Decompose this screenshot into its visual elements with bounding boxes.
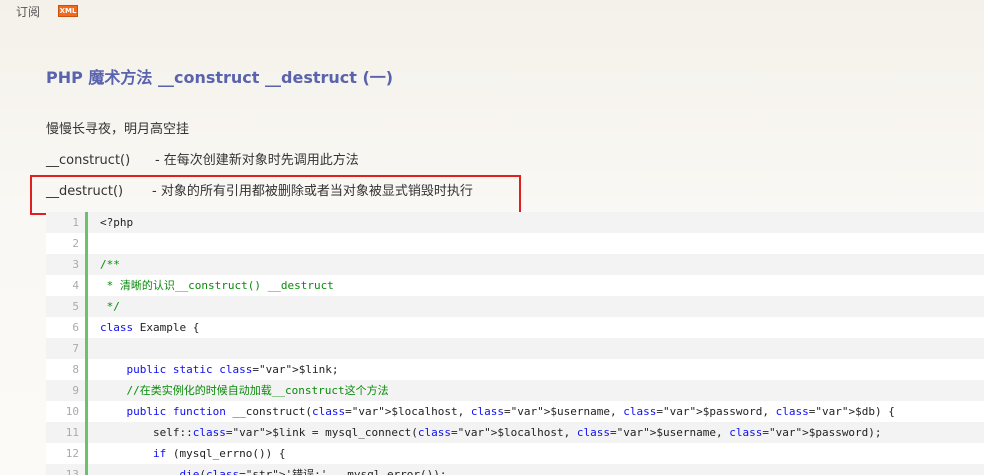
code-line: 12 if (mysql_errno()) { [46,443,984,464]
code-text: /** [100,258,120,271]
code-line: 3 /** [46,254,984,275]
code-line: 11 self::class="var">$link = mysql_conne… [46,422,984,443]
line-number: 4 [46,275,88,296]
code-text: */ [100,300,120,313]
intro-text: 慢慢长寻夜，明月高空挂 [46,122,190,137]
code-text: <?php [100,216,134,229]
code-line: 5 */ [46,296,984,317]
line-number: 5 [46,296,88,317]
line-number: 2 [46,233,88,254]
xml-feed-icon[interactable]: XML [58,5,79,17]
line-number: 12 [46,443,88,464]
code-text: if (mysql_errno()) { [152,447,286,460]
code-line: 8 public static class="var">$link; [46,359,984,380]
code-line: 6 class Example { [46,317,984,338]
code-text: class Example { [100,321,200,334]
code-text: * 清晰的认识__construct() __destruct [100,279,334,292]
top-bar: 订阅 XML [16,3,79,20]
line-number: 11 [46,422,88,443]
code-line: 7 [46,338,984,359]
line-number: 9 [46,380,88,401]
post-title[interactable]: PHP 魔术方法 __construct __destruct (一) [46,64,393,88]
code-line: 13 die(class="str">'错误:' . mysql_error()… [46,464,984,475]
code-text: self::class="var">$link = mysql_connect(… [100,426,882,439]
line-number: 3 [46,254,88,275]
code-line: 4 * 清晰的认识__construct() __destruct [46,275,984,296]
code-block: 1 <?php 2 3 /** 4 * 清晰的认识__construct() __dest… [46,212,984,475]
line-number: 6 [46,317,88,338]
code-text: public function __construct(class="var">… [126,405,895,418]
line-number: 13 [46,464,88,475]
subscribe-link[interactable]: 订阅 [16,3,40,20]
line-number: 10 [46,401,88,422]
code-text: public static class="var">$link; [126,363,339,376]
construct-description: __construct() - 在每次创建新对象时先调用此方法 [46,153,359,168]
code-text: //在类实例化的时候自动加载__construct这个方法 [100,384,389,397]
line-number: 8 [46,359,88,380]
code-text: die(class="str">'错误:' . mysql_error()); [179,468,447,475]
line-number: 7 [46,338,88,359]
code-line: 2 [46,233,984,254]
highlight-box [30,175,521,215]
line-number: 1 [46,212,88,233]
code-line: 9 //在类实例化的时候自动加载__construct这个方法 [46,380,984,401]
code-line: 1 <?php [46,212,984,233]
code-line: 10 public function __construct(class="va… [46,401,984,422]
